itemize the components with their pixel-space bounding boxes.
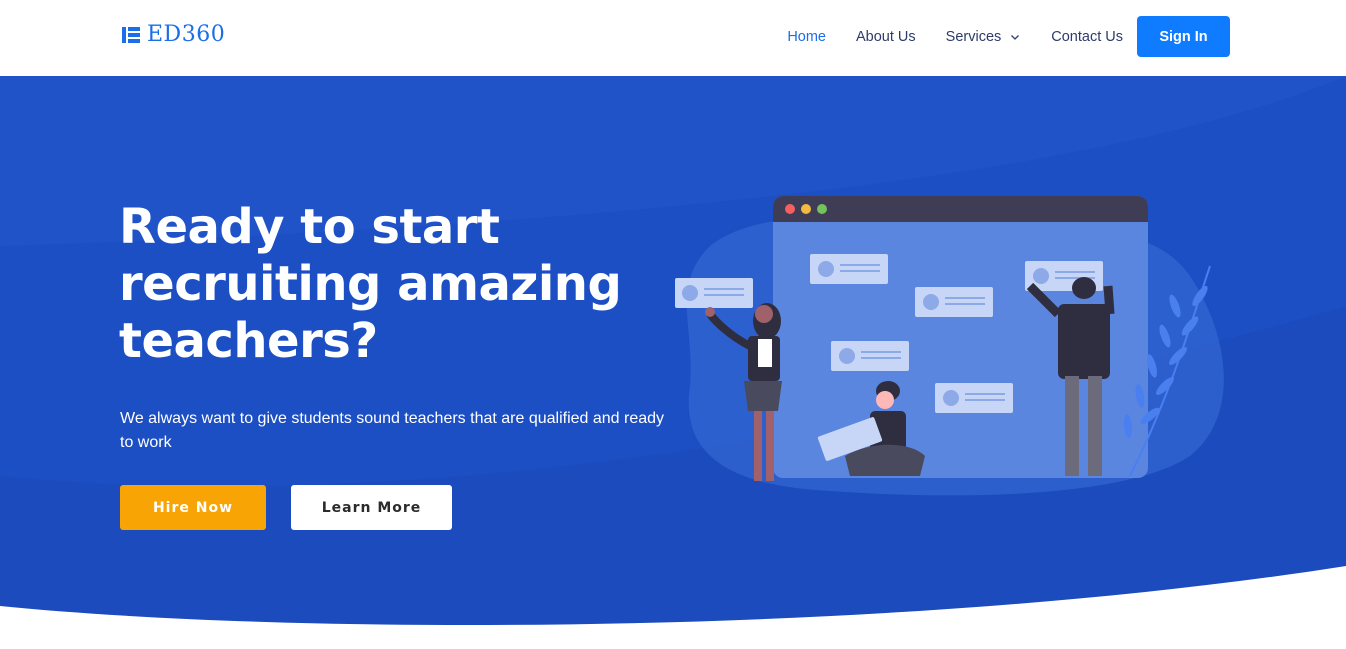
nav-about-us[interactable]: About Us (856, 29, 916, 45)
hero-section: Ready to start recruiting amazing teache… (0, 76, 1346, 649)
nav-about-label: About Us (856, 28, 916, 45)
main-nav: Home About Us Services Contact Us Sign I… (787, 16, 1230, 57)
chevron-down-icon (1011, 34, 1020, 40)
brand-name: ED360 (147, 22, 226, 47)
nav-services[interactable]: Services (946, 29, 1022, 45)
landing-page: ED360 Home About Us Services Contact Us … (0, 0, 1346, 649)
nav-home-label: Home (787, 28, 826, 45)
nav-contact-us[interactable]: Contact Us (1051, 29, 1123, 45)
hire-now-button[interactable]: Hire Now (120, 485, 266, 530)
nav-home[interactable]: Home (787, 29, 826, 45)
hero-headline: Ready to start recruiting amazing teache… (119, 199, 622, 369)
logo-icon (122, 27, 140, 43)
nav-services-label: Services (945, 28, 1002, 45)
learn-more-button[interactable]: Learn More (291, 485, 452, 530)
hero-subtext: We always want to give students sound te… (120, 410, 665, 451)
recruiting-team-illustration (675, 196, 1224, 496)
nav-contact-label: Contact Us (1051, 28, 1123, 45)
site-header: ED360 Home About Us Services Contact Us … (0, 0, 1346, 76)
sign-in-button[interactable]: Sign In (1137, 16, 1230, 57)
brand-logo[interactable]: ED360 (121, 22, 225, 48)
